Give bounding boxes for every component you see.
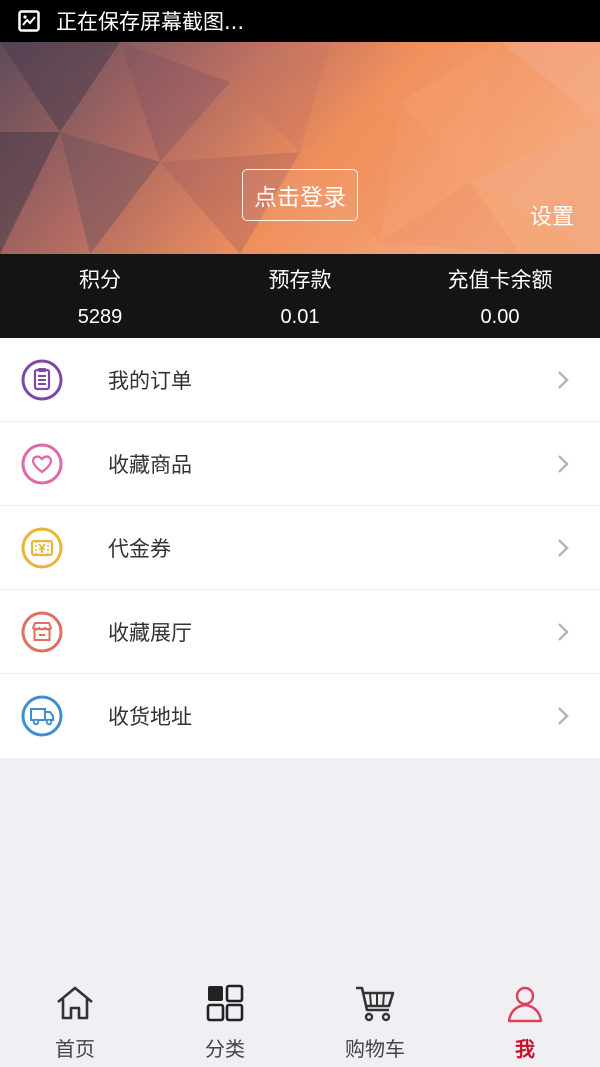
- stat-label: 预存款: [268, 267, 332, 292]
- chevron-right-icon: [558, 623, 569, 641]
- menu-label: 收藏展厅: [108, 620, 192, 645]
- tab-home[interactable]: 首页: [0, 967, 150, 1067]
- chevron-right-icon: [558, 539, 569, 557]
- status-bar: 正在保存屏幕截图...: [0, 0, 600, 42]
- stat-label: 充值卡余额: [447, 267, 553, 292]
- delivery-truck-icon: [21, 695, 63, 737]
- stat-deposit[interactable]: 预存款 0.01: [200, 254, 400, 338]
- tab-me[interactable]: 我: [450, 967, 600, 1067]
- tab-label: 首页: [55, 1037, 95, 1061]
- user-icon: [507, 986, 543, 1023]
- menu-item-favorite-showrooms[interactable]: 收藏展厅: [0, 590, 600, 674]
- heart-icon: [21, 443, 63, 485]
- menu-item-my-orders[interactable]: 我的订单: [0, 338, 600, 422]
- stat-value: 0.00: [480, 305, 520, 328]
- stat-value: 5289: [77, 305, 123, 328]
- order-list-icon: [21, 359, 63, 401]
- bottom-tab-bar: 首页 分类 购物车 我: [0, 967, 600, 1067]
- screenshot-icon: [18, 10, 40, 32]
- menu-item-coupons[interactable]: 代金券: [0, 506, 600, 590]
- status-text: 正在保存屏幕截图...: [56, 10, 245, 34]
- tab-label: 分类: [205, 1037, 245, 1061]
- tab-cart[interactable]: 购物车: [300, 967, 450, 1067]
- tab-category[interactable]: 分类: [150, 967, 300, 1067]
- menu-label: 我的订单: [108, 368, 192, 393]
- tab-label: 购物车: [345, 1037, 405, 1061]
- chevron-right-icon: [558, 455, 569, 473]
- menu-label: 收货地址: [108, 705, 192, 729]
- chevron-right-icon: [558, 707, 569, 725]
- tab-label: 我: [515, 1037, 535, 1061]
- stat-card-balance[interactable]: 充值卡余额 0.00: [400, 254, 600, 338]
- menu-label: 收藏商品: [108, 452, 192, 477]
- profile-header: 点击登录 设置: [0, 42, 600, 254]
- account-stats: 积分 5289 预存款 0.01 充值卡余额 0.00: [0, 254, 600, 338]
- category-grid-icon: [206, 984, 244, 1022]
- coupon-icon: [21, 527, 63, 569]
- shop-icon: [21, 611, 63, 653]
- stat-value: 0.01: [280, 305, 320, 328]
- header-background: [0, 42, 600, 254]
- stat-label: 积分: [79, 267, 121, 292]
- menu-item-favorite-goods[interactable]: 收藏商品: [0, 422, 600, 506]
- chevron-right-icon: [558, 371, 569, 389]
- profile-menu: 我的订单 收藏商品 代金券 收藏展厅 收货地址: [0, 338, 600, 758]
- settings-link[interactable]: 设置: [530, 199, 574, 231]
- stat-points[interactable]: 积分 5289: [0, 254, 200, 338]
- login-button[interactable]: 点击登录: [242, 169, 358, 221]
- menu-label: 代金券: [108, 536, 171, 561]
- menu-item-shipping-address[interactable]: 收货地址: [0, 674, 600, 758]
- cart-icon: [356, 986, 395, 1022]
- home-icon: [57, 986, 93, 1020]
